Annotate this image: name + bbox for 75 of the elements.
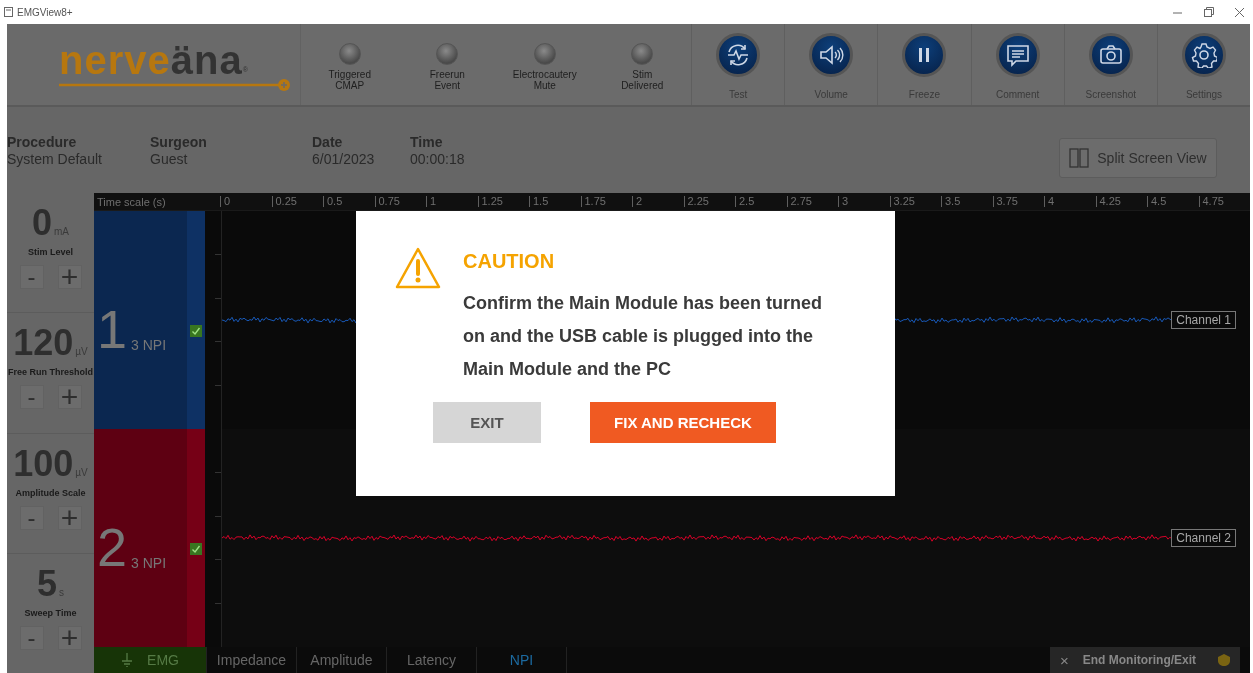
axis-tick-label: 4.75 <box>1198 196 1250 207</box>
control-label: Amplitude Scale <box>15 487 86 498</box>
axis-tick-label: 0.5 <box>323 196 375 207</box>
control-value: 5 <box>37 563 57 604</box>
minus-button[interactable]: - <box>19 625 44 650</box>
comment-icon <box>1004 42 1031 68</box>
axis-tick-label: 2 <box>632 196 684 207</box>
axis-tick-label: 1.75 <box>580 196 632 207</box>
control-value: 100 <box>13 443 74 484</box>
field-value: 6/01/2023 <box>312 151 376 168</box>
plus-button[interactable]: + <box>57 625 82 650</box>
field-value: System Default <box>7 151 103 168</box>
control-value: 0 <box>32 203 52 243</box>
control-label: Stim Level <box>28 247 73 257</box>
control-label: Sweep Time <box>24 607 77 618</box>
axis-tick-label: 0.75 <box>374 196 426 207</box>
control-label: Free Run Threshold <box>8 367 93 378</box>
axis-tick-label: 3.5 <box>941 196 993 207</box>
axis-tick-label: 4.5 <box>1147 196 1199 207</box>
fix-and-recheck-button[interactable]: FIX AND RECHECK <box>590 402 776 443</box>
minus-button[interactable]: - <box>19 265 44 289</box>
channel-name: 3 NPI <box>131 337 167 353</box>
channel-checkbox[interactable] <box>190 325 202 337</box>
end-monitoring-button[interactable]: × End Monitoring/Exit <box>1050 647 1240 673</box>
axis-tick-label: 0.25 <box>271 196 323 207</box>
axis-tick-label: 2.5 <box>735 196 787 207</box>
window-title: EMGView8+ <box>17 6 74 18</box>
axis-tick-label: 4.25 <box>1095 196 1147 207</box>
control-value: 120 <box>13 323 74 364</box>
field-value: Guest <box>150 151 189 168</box>
settings-icon <box>1190 42 1217 68</box>
exit-button[interactable]: EXIT <box>433 402 541 443</box>
axis-tick-label: 2.25 <box>683 196 735 207</box>
axis-tick-label: 1.5 <box>529 196 581 207</box>
channel-checkbox[interactable] <box>190 543 202 555</box>
field-value: 00:00:18 <box>410 151 466 168</box>
view-tab[interactable]: EMG <box>94 647 207 673</box>
channel-number: 1 <box>97 305 128 353</box>
indicator-label: Electrocautery Mute <box>512 69 577 91</box>
plus-button[interactable]: + <box>57 385 82 410</box>
indicator-label: Stim Delivered <box>621 69 664 91</box>
plus-button[interactable]: + <box>57 265 82 289</box>
app-icon <box>4 7 13 17</box>
time-scale-label: Time scale (s) <box>96 195 167 208</box>
indicator-label: Freerun Event <box>429 69 465 91</box>
channel-tag: Channel 2 <box>1171 529 1236 547</box>
minus-button[interactable]: - <box>19 505 44 530</box>
channel-number: 2 <box>97 523 128 571</box>
axis-tick-label: 4 <box>1044 196 1096 207</box>
field-label: Time <box>410 134 444 151</box>
indicator-label: Triggered CMAP <box>328 69 371 91</box>
channel-tag: Channel 1 <box>1171 311 1236 329</box>
axis-tick-label: 3 <box>838 196 890 207</box>
split-screen-button[interactable]: Split Screen View <box>1059 138 1217 178</box>
close-icon[interactable] <box>1234 6 1245 18</box>
axis-tick-label: 0 <box>220 196 272 207</box>
axis-tick-label: 3.25 <box>889 196 941 207</box>
minus-button[interactable]: - <box>19 385 44 410</box>
restore-icon[interactable] <box>1203 6 1214 18</box>
dialog-title: CAUTION <box>463 249 556 273</box>
ground-icon <box>121 653 134 667</box>
axis-tick-label: 1 <box>426 196 478 207</box>
split-view-icon <box>1069 148 1090 168</box>
warning-icon <box>395 246 441 290</box>
field-label: Date <box>312 134 344 151</box>
field-label: Procedure <box>7 134 78 151</box>
axis-tick-label: 2.75 <box>786 196 838 207</box>
shield-icon <box>1218 654 1230 666</box>
axis-tick-label: 3.75 <box>992 196 1044 207</box>
field-label: Surgeon <box>150 134 208 151</box>
dialog-message: Confirm the Main Module has been turned on and the USB cable is plugged into the Main Module and the PC <box>463 292 823 381</box>
logo-underline-icon <box>59 77 292 92</box>
plus-button[interactable]: + <box>57 505 82 530</box>
axis-tick-label: 1.25 <box>477 196 529 207</box>
channel-name: 3 NPI <box>131 555 167 571</box>
